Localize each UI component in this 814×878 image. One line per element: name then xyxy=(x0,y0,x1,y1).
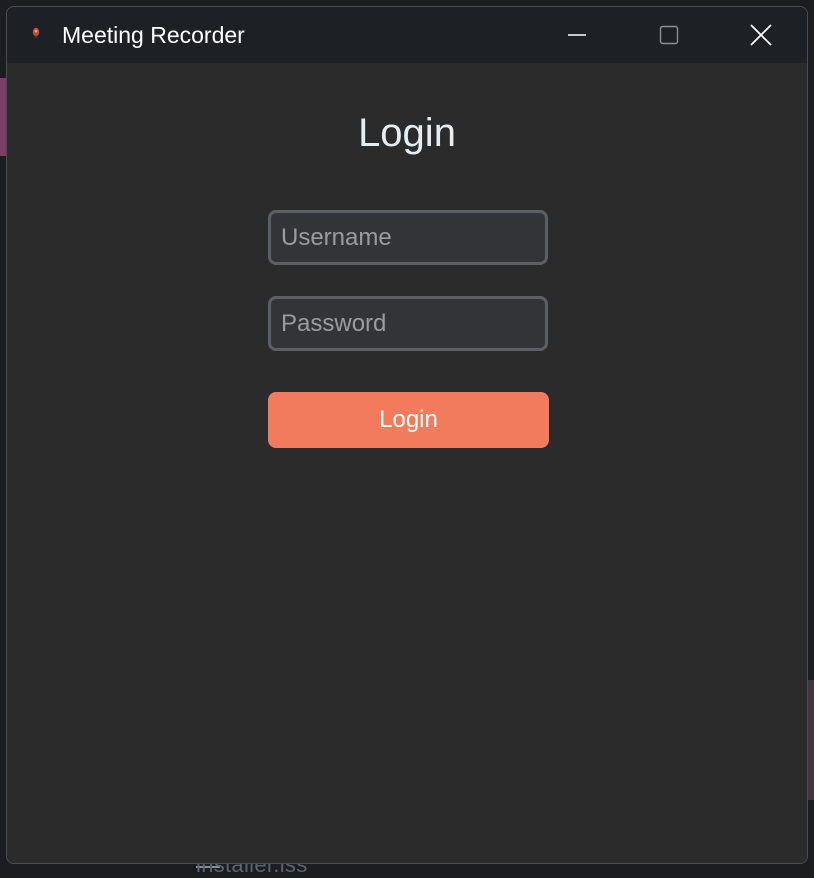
username-input[interactable] xyxy=(268,210,548,265)
close-icon xyxy=(750,24,772,46)
title-bar[interactable]: Meeting Recorder xyxy=(7,7,807,63)
login-button[interactable]: Login xyxy=(268,392,549,448)
close-button[interactable] xyxy=(715,7,807,63)
background-window-edge-right xyxy=(808,680,814,800)
app-logo-icon xyxy=(32,27,40,38)
window-title: Meeting Recorder xyxy=(62,22,245,48)
login-panel: Login Login xyxy=(7,63,807,863)
page-title: Login xyxy=(358,111,456,155)
minimize-icon xyxy=(568,34,586,36)
maximize-icon xyxy=(659,25,679,45)
app-window: Meeting Recorder Login Login xyxy=(6,6,808,864)
minimize-button[interactable] xyxy=(531,7,623,63)
password-input[interactable] xyxy=(268,296,548,351)
maximize-button[interactable] xyxy=(623,7,715,63)
